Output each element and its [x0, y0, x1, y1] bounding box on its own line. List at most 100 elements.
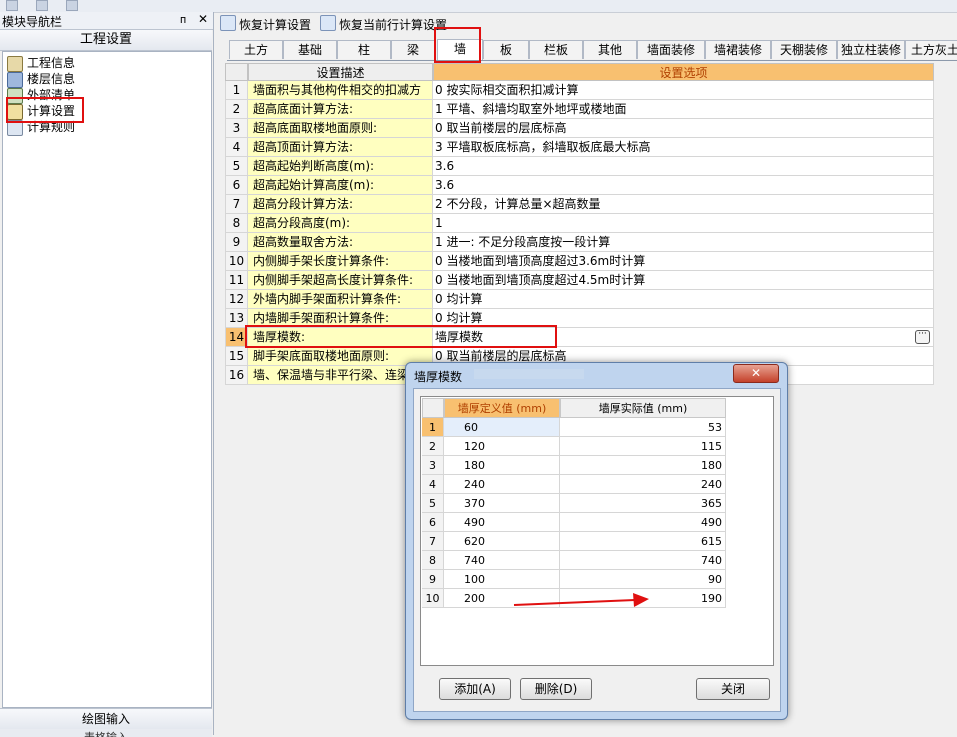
defined-value-cell[interactable]: 740 [444, 551, 560, 570]
tab-other[interactable]: 其他 [583, 40, 637, 59]
row-option[interactable]: 0 取当前楼层的层底标高 [433, 119, 934, 138]
row-description: 超高起始计算高度(m): [248, 176, 433, 195]
row-option[interactable]: 0 均计算 [433, 309, 934, 328]
new-file-icon[interactable] [6, 0, 18, 11]
row-option[interactable]: 0 按实际相交面积扣减计算 [433, 81, 934, 100]
restore-calc-settings-button[interactable]: 恢复计算设置 [220, 15, 311, 33]
nav-item-calc-rules[interactable]: 计算规则 [7, 119, 75, 136]
table-row[interactable]: 5 超高起始判断高度(m): 3.6 [225, 157, 934, 176]
table-row[interactable]: 7 超高分段计算方法: 2 不分段，计算总量×超高数量 [225, 195, 934, 214]
row-option[interactable]: 3.6 [433, 157, 934, 176]
actual-value-cell[interactable]: 53 [560, 418, 726, 437]
tab-column-finish[interactable]: 独立柱装修 [837, 40, 905, 59]
actual-value-cell[interactable]: 615 [560, 532, 726, 551]
pin-icon[interactable]: ᴨ [180, 13, 186, 26]
defined-value-cell[interactable]: 490 [444, 513, 560, 532]
actual-value-cell[interactable]: 740 [560, 551, 726, 570]
tab-wall-finish[interactable]: 墙面装修 [637, 40, 705, 59]
tab-ceiling-finish[interactable]: 天棚装修 [771, 40, 837, 59]
row-option[interactable]: 0 当楼地面到墙顶高度超过3.6m时计算 [433, 252, 934, 271]
list-icon [7, 87, 23, 104]
close-button[interactable]: 关闭 [696, 678, 770, 700]
row-option[interactable]: 1 平墙、斜墙均取室外地坪或楼地面 [433, 100, 934, 119]
tab-earthwork[interactable]: 土方 [229, 40, 283, 59]
add-button[interactable]: 添加(A) [439, 678, 511, 700]
ellipsis-button[interactable]: ··· [915, 330, 930, 344]
actual-value-cell[interactable]: 90 [560, 570, 726, 589]
close-icon[interactable]: ✕ [198, 12, 208, 26]
actual-value-cell[interactable]: 180 [560, 456, 726, 475]
table-row[interactable]: 8 超高分段高度(m): 1 [225, 214, 934, 233]
table-row[interactable]: 9 超高数量取舍方法: 1 进一: 不足分段高度按一段计算 [225, 233, 934, 252]
nav-group-drawing-input[interactable]: 绘图输入 [0, 708, 212, 730]
actual-value-cell[interactable]: 365 [560, 494, 726, 513]
row-option[interactable]: 0 均计算 [433, 290, 934, 309]
dialog-close-icon[interactable]: ✕ [733, 364, 779, 383]
delete-button[interactable]: 删除(D) [520, 678, 592, 700]
table-row[interactable]: 7 620 615 [422, 532, 726, 551]
nav-item-floor-info[interactable]: 楼层信息 [7, 71, 75, 88]
defined-value-cell[interactable]: 100 [444, 570, 560, 589]
table-row[interactable]: 13 内墙脚手架面积计算条件: 0 均计算 [225, 309, 934, 328]
table-row[interactable]: 8 740 740 [422, 551, 726, 570]
table-row[interactable]: 12 外墙内脚手架面积计算条件: 0 均计算 [225, 290, 934, 309]
table-row[interactable]: 3 180 180 [422, 456, 726, 475]
save-icon[interactable] [66, 0, 78, 11]
nav-item-calc-settings[interactable]: 计算设置 [7, 103, 75, 120]
table-row[interactable]: 4 超高顶面计算方法: 3 平墙取板底标高，斜墙取板底最大标高 [225, 138, 934, 157]
row-option[interactable]: 1 进一: 不足分段高度按一段计算 [433, 233, 934, 252]
table-row[interactable]: 2 超高底面计算方法: 1 平墙、斜墙均取室外地坪或楼地面 [225, 100, 934, 119]
tab-wainscot-finish[interactable]: 墙裙装修 [705, 40, 771, 59]
open-folder-icon[interactable] [36, 0, 48, 11]
row-option[interactable]: 3 平墙取板底标高，斜墙取板底最大标高 [433, 138, 934, 157]
row-option[interactable]: 墙厚模数 ··· [433, 328, 934, 347]
defined-value-cell[interactable]: 620 [444, 532, 560, 551]
tab-foundation[interactable]: 基础 [283, 40, 337, 59]
wall-thickness-dialog: 墙厚模数 ✕ 墙厚定义值 (mm) 墙厚实际值 (mm) 1 60 53 2 120 1… [405, 362, 788, 720]
tab-column[interactable]: 柱 [337, 40, 391, 59]
tab-slab[interactable]: 板 [483, 40, 529, 59]
row-number: 6 [422, 513, 444, 532]
defined-value-cell[interactable]: 370 [444, 494, 560, 513]
actual-value-cell[interactable]: 115 [560, 437, 726, 456]
nav-item-external-list[interactable]: 外部清单 [7, 87, 75, 104]
tab-wall[interactable]: 墙 [437, 39, 483, 60]
defined-value-cell[interactable]: 120 [444, 437, 560, 456]
table-row[interactable]: 3 超高底面取楼地面原则: 0 取当前楼层的层底标高 [225, 119, 934, 138]
defined-value-cell[interactable]: 200 [444, 589, 560, 608]
table-row[interactable]: 5 370 365 [422, 494, 726, 513]
tab-parapet[interactable]: 栏板 [529, 40, 583, 59]
table-row[interactable]: 11 内侧脚手架超高长度计算条件: 0 当楼地面到墙顶高度超过4.5m时计算 [225, 271, 934, 290]
nav-title: 模块导航栏 [2, 15, 63, 29]
row-option[interactable]: 3.6 [433, 176, 934, 195]
column-header-defined-value: 墙厚定义值 (mm) [444, 398, 560, 418]
table-row[interactable]: 9 100 90 [422, 570, 726, 589]
actual-value-cell[interactable]: 490 [560, 513, 726, 532]
row-option[interactable]: 2 不分段，计算总量×超高数量 [433, 195, 934, 214]
defined-value-cell[interactable]: 240 [444, 475, 560, 494]
tab-earth-lime[interactable]: 土方灰土 [905, 40, 957, 59]
table-row-selected[interactable]: 1 60 53 [422, 418, 726, 437]
defined-value-cell[interactable]: 60 [444, 418, 560, 437]
row-number: 4 [225, 138, 248, 157]
table-row[interactable]: 2 120 115 [422, 437, 726, 456]
nav-group-project-settings[interactable]: 工程设置 [0, 30, 212, 51]
row-option[interactable]: 0 当楼地面到墙顶高度超过4.5m时计算 [433, 271, 934, 290]
nav-group-table-input[interactable]: 表格输入 [0, 729, 212, 737]
table-row[interactable]: 10 200 190 [422, 589, 726, 608]
row-option[interactable]: 1 [433, 214, 934, 233]
actual-value-cell[interactable]: 190 [560, 589, 726, 608]
table-row[interactable]: 1 墙面积与其他构件相交的扣减方 0 按实际相交面积扣减计算 [225, 81, 934, 100]
table-row[interactable]: 6 超高起始计算高度(m): 3.6 [225, 176, 934, 195]
defined-value-cell[interactable]: 180 [444, 456, 560, 475]
row-description: 超高起始判断高度(m): [248, 157, 433, 176]
table-row-selected[interactable]: 14 墙厚模数: 墙厚模数 ··· [225, 328, 934, 347]
actual-value-cell[interactable]: 240 [560, 475, 726, 494]
table-row[interactable]: 6 490 490 [422, 513, 726, 532]
restore-current-row-button[interactable]: 恢复当前行计算设置 [320, 15, 447, 33]
table-row[interactable]: 10 内侧脚手架长度计算条件: 0 当楼地面到墙顶高度超过3.6m时计算 [225, 252, 934, 271]
tab-beam[interactable]: 梁 [391, 40, 435, 59]
row-description: 墙面积与其他构件相交的扣减方 [248, 81, 433, 100]
nav-item-project-info[interactable]: 工程信息 [7, 55, 75, 72]
table-row[interactable]: 4 240 240 [422, 475, 726, 494]
